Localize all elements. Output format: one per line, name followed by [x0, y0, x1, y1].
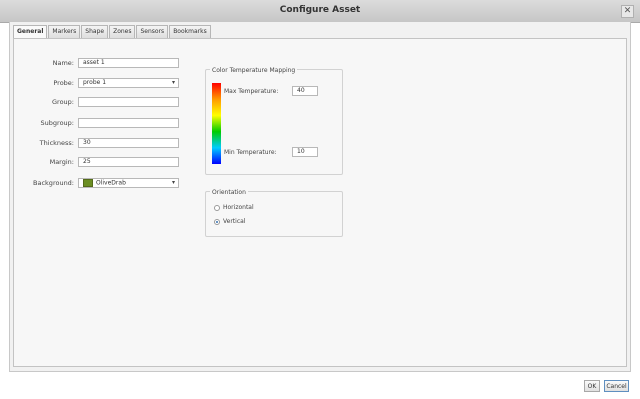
dialog-body: General Markers Shape Zones Sensors Book… [9, 22, 631, 372]
color-mapping-title: Color Temperature Mapping [210, 67, 298, 74]
tab-strip: General Markers Shape Zones Sensors Book… [13, 25, 212, 39]
max-temperature-field[interactable]: 40 [292, 86, 318, 96]
group-label: Group: [52, 98, 74, 106]
group-field[interactable] [78, 97, 179, 107]
tab-sensors[interactable]: Sensors [136, 25, 169, 38]
min-temperature-field[interactable]: 10 [292, 147, 318, 157]
horizontal-label: Horizontal [223, 204, 254, 211]
close-icon[interactable]: ✕ [621, 5, 634, 18]
temperature-gradient [212, 83, 221, 164]
background-value: OliveDrab [96, 179, 126, 187]
orientation-vertical-option[interactable]: Vertical [214, 218, 245, 225]
tab-general[interactable]: General [13, 25, 48, 39]
tab-markers[interactable]: Markers [48, 25, 81, 38]
chevron-down-icon: ▾ [171, 79, 175, 86]
background-select[interactable]: OliveDrab ▾ [78, 178, 179, 188]
probe-label: Probe: [53, 79, 74, 87]
orientation-group: Orientation Horizontal Vertical [205, 189, 343, 237]
radio-horizontal[interactable] [214, 204, 220, 211]
thickness-field[interactable]: 30 [78, 138, 179, 148]
ok-button[interactable]: OK [584, 380, 600, 392]
radio-vertical[interactable] [214, 218, 220, 225]
color-mapping-group: Color Temperature Mapping Max Temperatur… [205, 67, 343, 175]
min-temperature-label: Min Temperature: [224, 149, 277, 156]
orientation-horizontal-option[interactable]: Horizontal [214, 204, 254, 211]
tab-shape[interactable]: Shape [81, 25, 109, 38]
probe-value: probe 1 [83, 79, 107, 86]
vertical-label: Vertical [223, 218, 246, 225]
color-swatch [83, 179, 93, 187]
tab-zones[interactable]: Zones [109, 25, 136, 38]
chevron-down-icon: ▾ [171, 179, 175, 186]
margin-label: Margin: [49, 158, 74, 166]
max-temperature-label: Max Temperature: [224, 88, 279, 95]
subgroup-label: Subgroup: [40, 119, 74, 127]
title-bar: Configure Asset ✕ [0, 0, 640, 23]
tab-bookmarks[interactable]: Bookmarks [169, 25, 211, 38]
background-label: Background: [33, 179, 74, 187]
orientation-title: Orientation [210, 189, 248, 196]
name-label: Name: [52, 59, 74, 67]
probe-select[interactable]: probe 1 ▾ [78, 78, 179, 88]
name-field[interactable]: asset 1 [78, 58, 179, 68]
subgroup-field[interactable] [78, 118, 179, 128]
margin-field[interactable]: 25 [78, 157, 179, 167]
cancel-button[interactable]: Cancel [604, 380, 629, 392]
general-panel: Name: asset 1 Probe: probe 1 ▾ Group: Su… [13, 38, 627, 367]
window-title: Configure Asset [279, 5, 361, 15]
thickness-label: Thickness: [39, 139, 74, 147]
